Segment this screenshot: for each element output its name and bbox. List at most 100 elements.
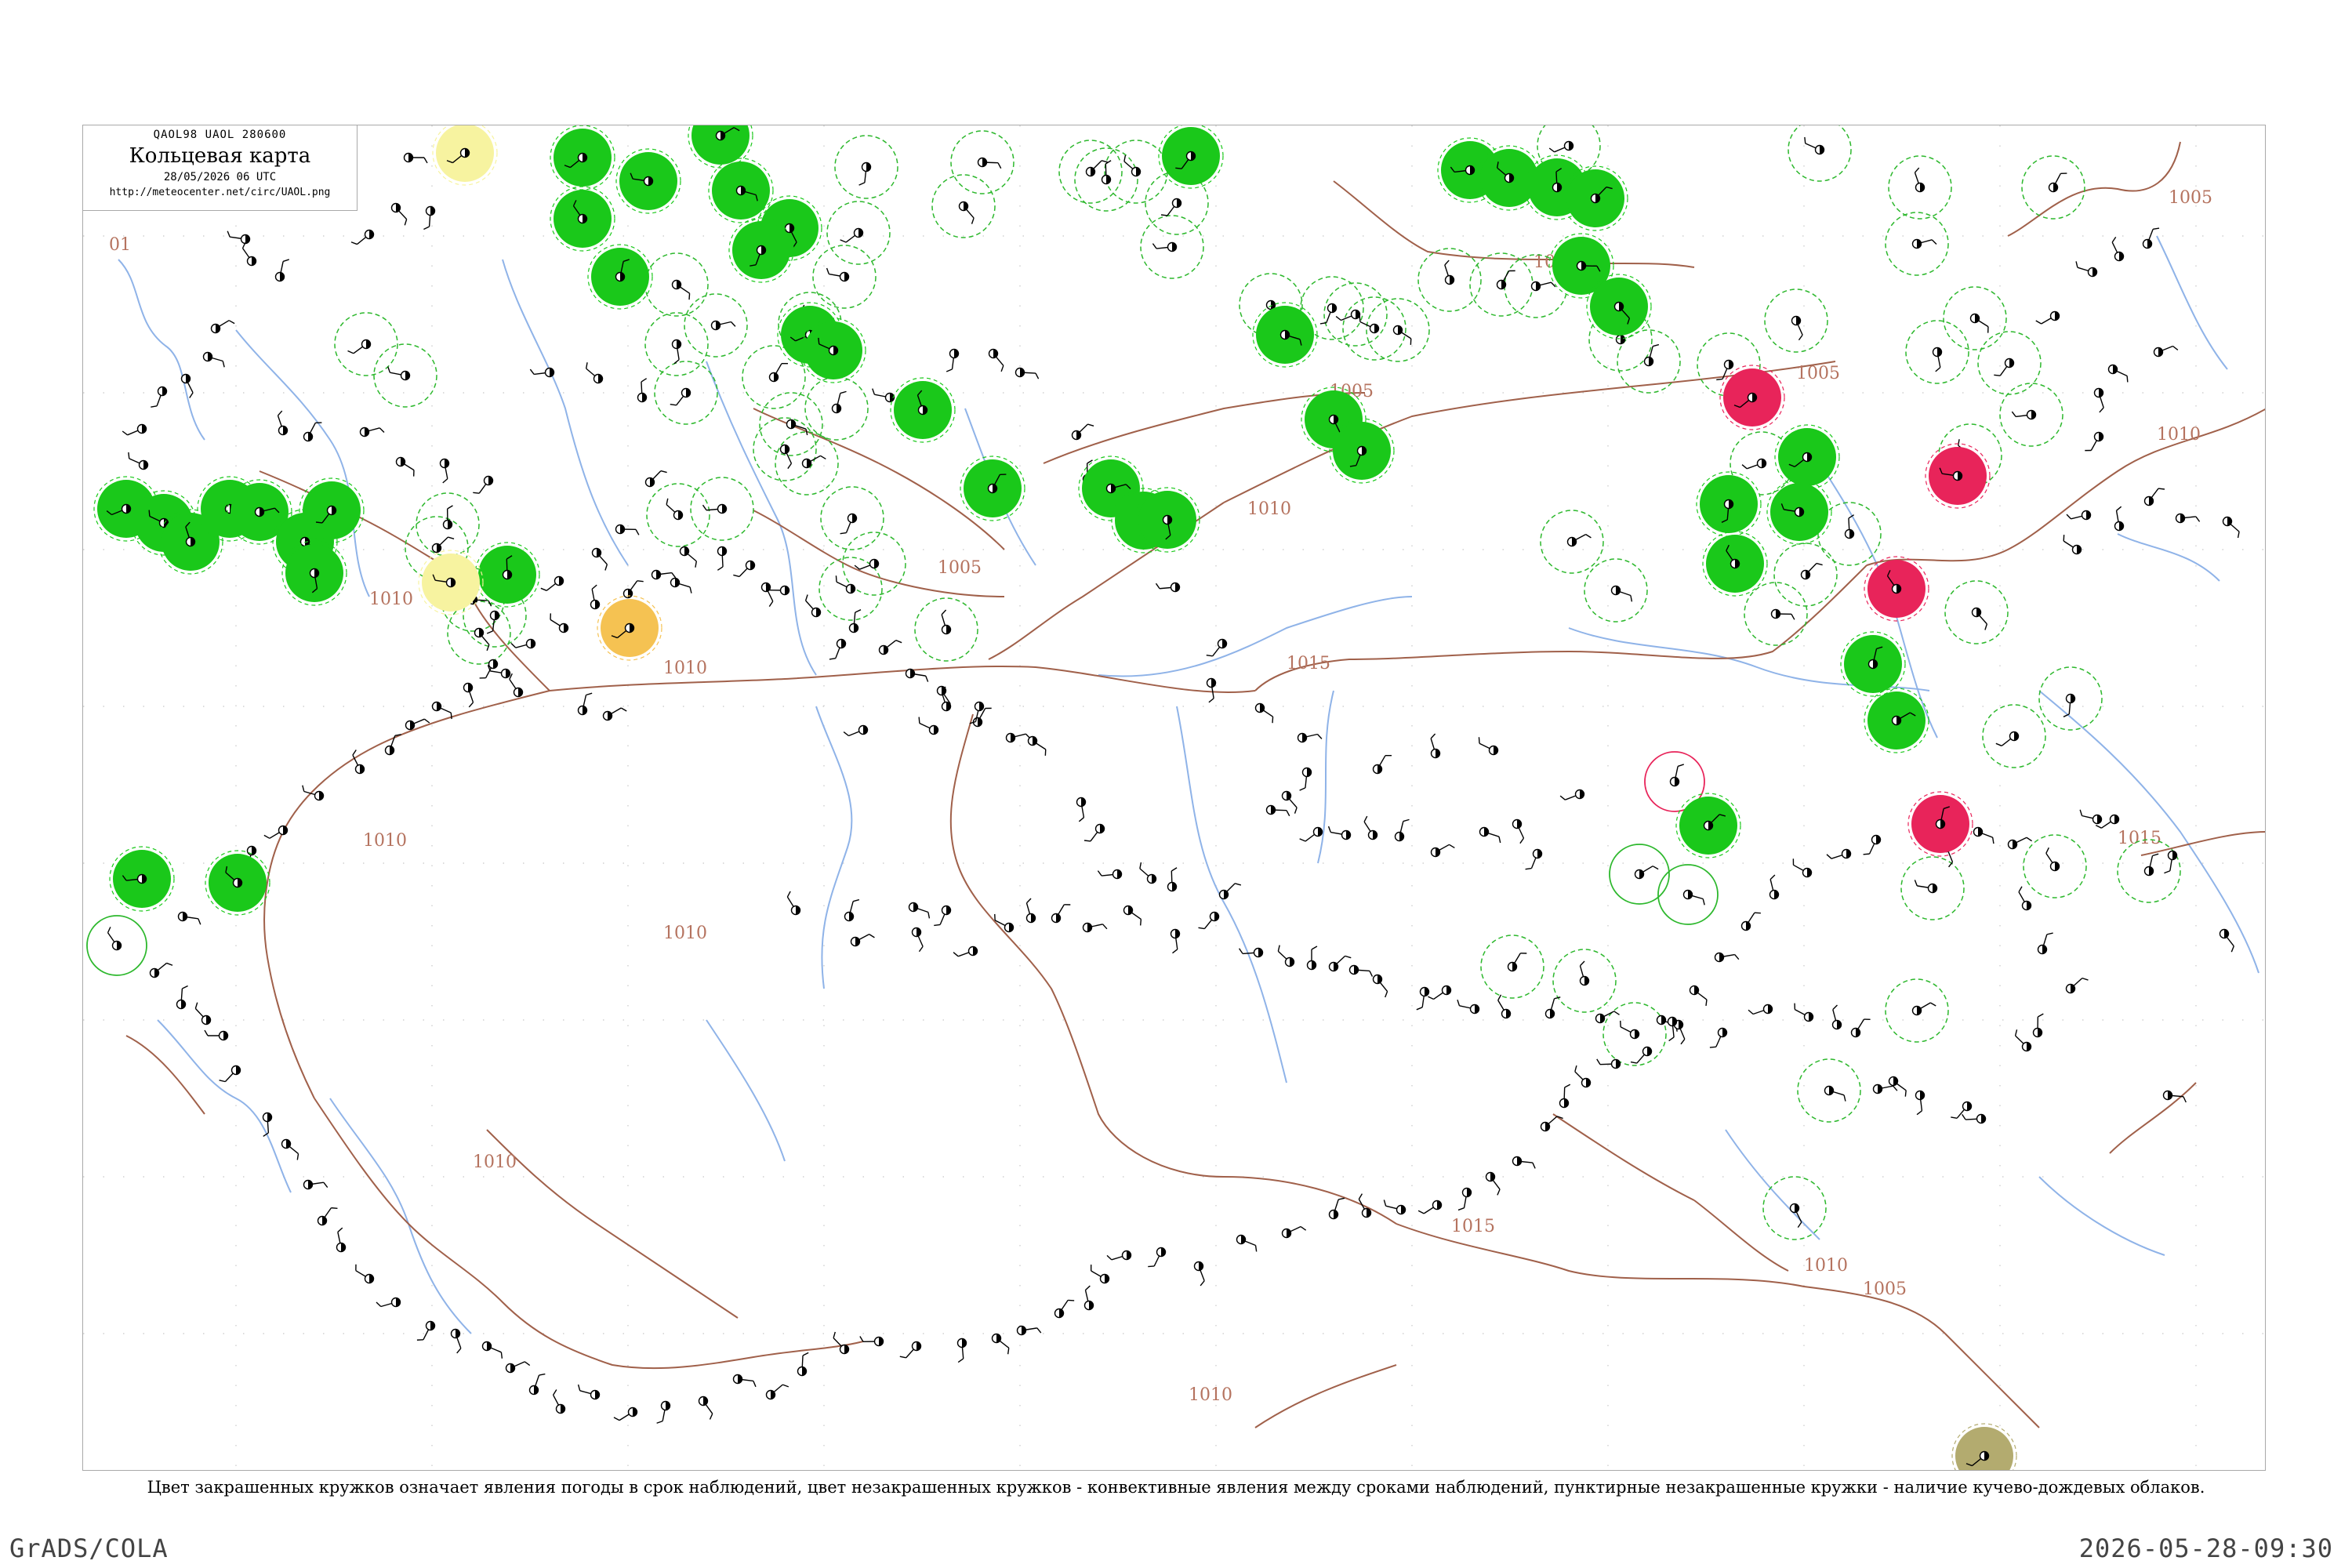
wind-barb-feather [946, 368, 953, 372]
wind-barb-feather [671, 572, 677, 579]
wind-barb-feather [510, 643, 517, 648]
wind-barb-feather [818, 337, 820, 344]
wind-barb-feather [585, 362, 588, 369]
wind-barb-feather [448, 536, 455, 539]
wind-barb-feather [1791, 614, 1795, 620]
wind-barb-feather [1286, 810, 1290, 817]
map-canvas: 1005101010151005100510051005101010151010… [83, 125, 2265, 1470]
wind-barb-feather [1585, 534, 1592, 539]
wind-barb-feather [1097, 870, 1102, 877]
wind-barb-feather [641, 378, 648, 383]
wind-barb-feather [695, 561, 698, 568]
wind-barb-feather [1652, 866, 1659, 870]
wind-barb-feather [1741, 464, 1748, 470]
wind-barb-feather [833, 1331, 836, 1338]
wind-barb-feather [182, 985, 188, 989]
wind-barb-feather [613, 1417, 620, 1421]
wind-barb-feather [228, 320, 235, 325]
wind-barb-feather [2038, 1013, 2044, 1018]
wind-barb-feather [1548, 147, 1555, 153]
wind-barb-feather [2237, 531, 2240, 539]
wind-barb-feather [219, 1080, 226, 1083]
wind-barb-feather [331, 1207, 338, 1210]
wind-barb-feather [1102, 924, 1108, 930]
wind-barb-feather [1148, 1265, 1155, 1268]
wind-barb-feather [524, 1361, 531, 1367]
wind-barb-feather [918, 946, 924, 953]
wind-barb-feather [423, 226, 430, 230]
wind-barb-feather [843, 731, 849, 737]
wind-barb-feather [323, 1181, 328, 1188]
wind-barb-feather [468, 702, 474, 708]
wind-barb-feather [1995, 742, 2002, 746]
wind-barb-feather [1428, 996, 1434, 1000]
wind-barb-feather [1769, 874, 1776, 880]
wind-barb-feather [688, 293, 691, 300]
wind-barb-feather [1101, 160, 1109, 163]
wind-barb-feather [473, 492, 480, 494]
wind-barb-feather [1613, 1011, 1620, 1015]
wind-barb-feather [2230, 946, 2234, 953]
wind-barb-feather [852, 898, 860, 902]
wind-barb-feather [1904, 1090, 1907, 1097]
wind-barb-feather [1172, 949, 1178, 954]
wind-barb-feather [1497, 994, 1502, 1001]
wind-barb-feather [971, 217, 975, 224]
wind-barb-feather [423, 157, 428, 164]
wind-barb-feather [2116, 506, 2122, 511]
isobar-label: 1005 [2169, 188, 2212, 208]
wind-barb-feather [1078, 817, 1084, 822]
isobar-label: 1010 [369, 590, 413, 609]
wind-barb-feather [1914, 880, 1918, 887]
wind-barb-feather [733, 574, 740, 578]
wind-barb-feather [1957, 439, 1960, 446]
wind-barb-feather [404, 219, 408, 226]
wind-barb-feather [442, 478, 448, 484]
isobar-label: 1010 [1804, 1256, 1848, 1276]
wind-barb-feather [540, 587, 547, 591]
wind-barb-feather [2183, 1096, 2187, 1103]
wind-barb-feather [1579, 960, 1585, 967]
wind-barb-feather [1171, 867, 1178, 872]
wind-barb-feather [768, 601, 774, 607]
wind-barb-feather [1327, 826, 1331, 833]
stations-weather-filled [93, 125, 2017, 1470]
wind-barb-feather [1198, 927, 1205, 930]
wind-barb-feather [1559, 795, 1566, 800]
wind-barb-feather [805, 429, 808, 436]
wind-barb-feather [387, 366, 391, 373]
isobar-label: 1015 [1287, 654, 1330, 673]
source-url[interactable]: http://meteocenter.net/circ/UAOL.png [83, 187, 357, 198]
render-timestamp: 2026-05-28-09:30 [2078, 1534, 2333, 1563]
wind-barb-feather [350, 241, 358, 245]
wind-barb-feather [553, 1389, 557, 1396]
wind-barb-feather [1139, 919, 1142, 926]
wind-barb-feather [107, 927, 111, 933]
wind-barb-feather [1106, 1254, 1112, 1261]
wind-barb-feather [166, 962, 173, 966]
wind-barb-feather [1748, 1009, 1754, 1015]
wind-barb-feather [840, 532, 847, 535]
wind-barb-feather [2014, 1029, 2018, 1036]
stations-plain [107, 136, 2240, 1424]
wind-barb-feather [1294, 807, 1298, 814]
wind-barb-feather [347, 350, 354, 354]
wind-barb-feather [151, 405, 158, 408]
wind-barb-feather [1403, 818, 1410, 822]
isobar-labels: 1005101010151005100510051005101010151010… [109, 188, 2212, 1405]
wind-barb-feather [2152, 853, 2159, 857]
wind-barb-feather [1083, 840, 1091, 842]
wind-barb-feather [591, 584, 597, 590]
wind-barb-feather [1087, 423, 1094, 426]
isobar-label: 1010 [2157, 425, 2201, 445]
dust-station [1955, 1427, 2013, 1470]
wind-barb-feather [1299, 838, 1306, 842]
wind-barb-feather [717, 566, 724, 571]
map-title: Кольцевая карта [129, 144, 311, 168]
wind-barb-feather [1316, 734, 1323, 739]
wind-barb-feather [1798, 334, 1803, 341]
wind-barb-feather [227, 230, 230, 238]
wind-barb-feather [753, 1381, 757, 1388]
wind-barb-feather [1702, 898, 1705, 906]
wind-barb-feather [1519, 837, 1525, 844]
